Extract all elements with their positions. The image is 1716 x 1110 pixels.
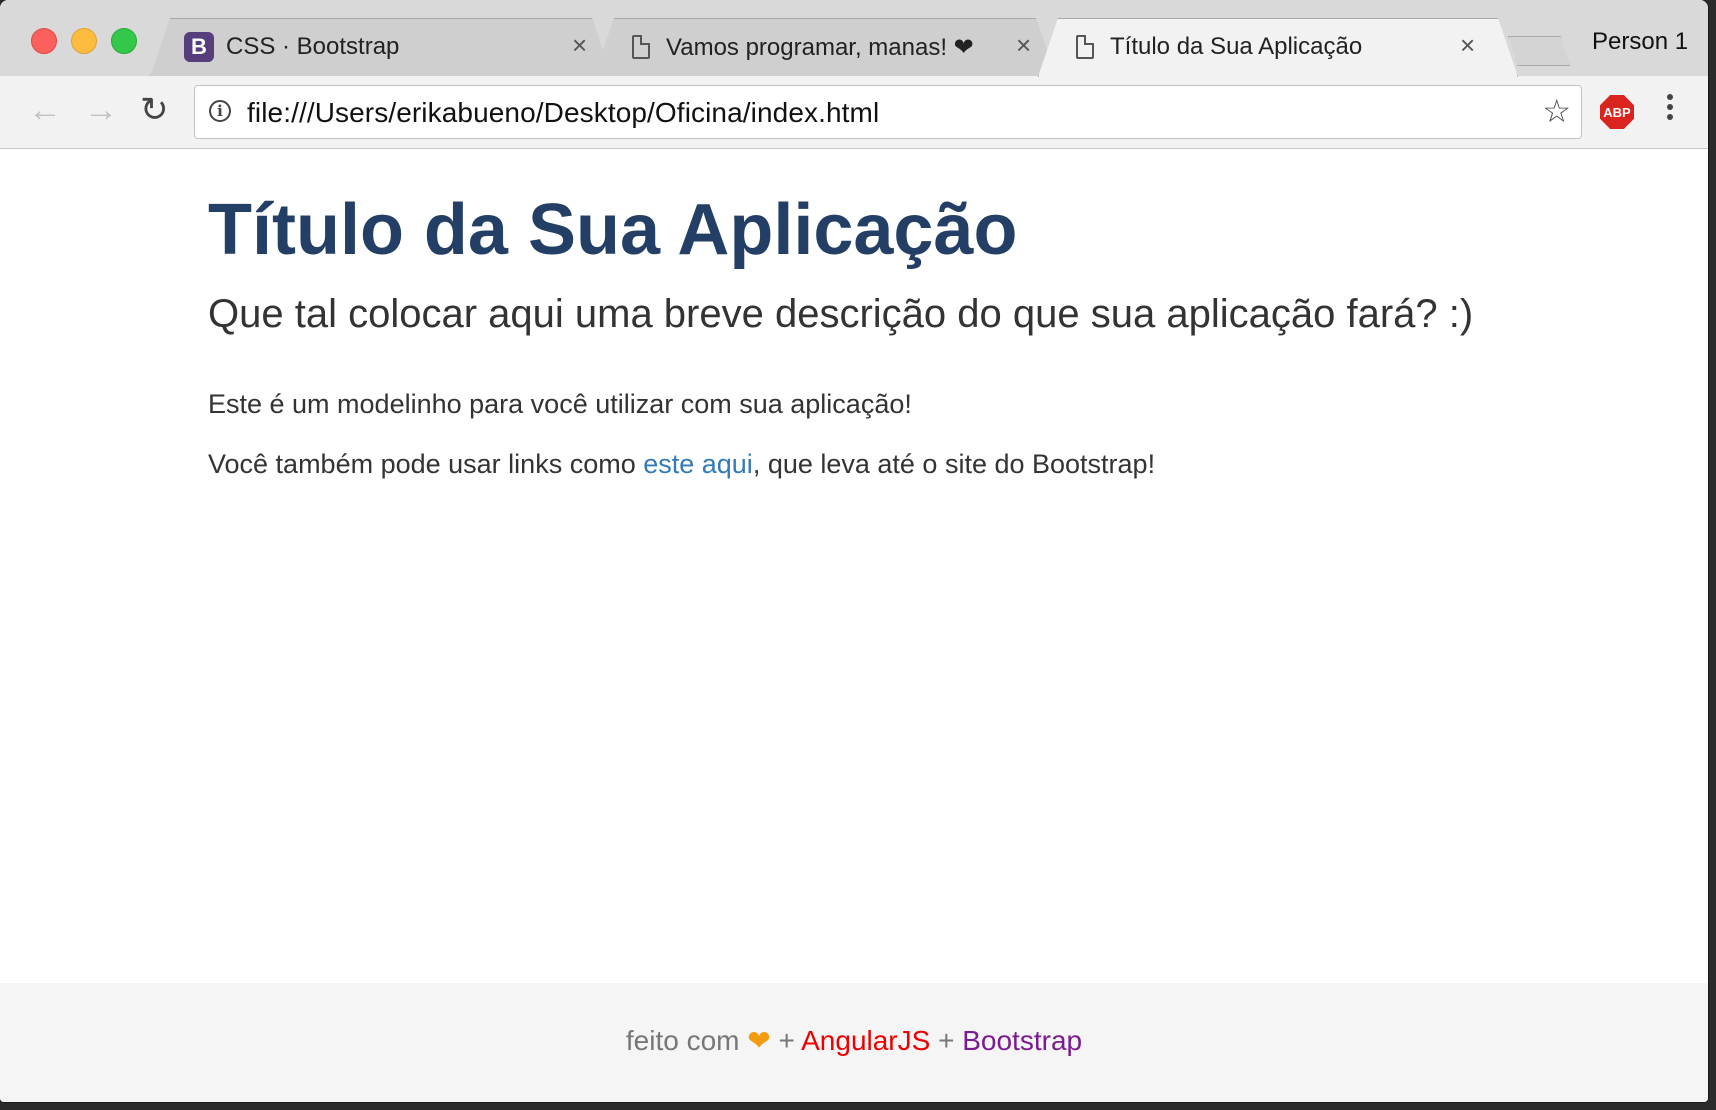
heart-icon: ❤ (747, 1025, 771, 1056)
footer-made-with: feito com (625, 1025, 740, 1056)
footer-plus: + (938, 1025, 955, 1056)
minimize-window-button[interactable] (71, 28, 97, 54)
tab-css-bootstrap-content: B CSS · Bootstrap (184, 18, 399, 76)
paragraph-links: Você também pode usar links como este aq… (208, 449, 1155, 480)
paragraph-text-before: Você também pode usar links como (208, 449, 644, 479)
page-content: Título da Sua Aplicação Que tal colocar … (0, 149, 1708, 1102)
page-icon (632, 35, 650, 59)
browser-window: B CSS · Bootstrap × Vamos programar, man… (0, 0, 1708, 1102)
tab-label: Título da Sua Aplicação (1110, 33, 1363, 60)
url-text[interactable]: file:///Users/erikabueno/Desktop/Oficina… (247, 97, 879, 129)
adblock-plus-icon[interactable]: ABP (1600, 95, 1634, 129)
footer-plus: + (778, 1025, 795, 1056)
bootstrap-footer-link[interactable]: Bootstrap (962, 1025, 1082, 1056)
bootstrap-link[interactable]: este aqui (643, 449, 753, 479)
tab-strip: B CSS · Bootstrap × Vamos programar, man… (0, 0, 1708, 77)
footer-text: feito com ❤ + AngularJS + Bootstrap (0, 1024, 1708, 1057)
address-bar[interactable]: i file:///Users/erikabueno/Desktop/Ofici… (194, 85, 1582, 139)
bootstrap-favicon-icon: B (184, 32, 214, 62)
zoom-window-button[interactable] (111, 28, 137, 54)
tab-vamos-programar-content: Vamos programar, manas! ❤ (632, 18, 974, 76)
menu-icon[interactable] (1664, 92, 1676, 122)
forward-arrow-icon[interactable]: → (84, 90, 118, 130)
tab-label: Vamos programar, manas! ❤ (666, 33, 974, 61)
new-tab-button[interactable] (1508, 36, 1570, 66)
paragraph-intro: Este é um modelinho para você utilizar c… (208, 389, 912, 419)
toolbar: ← → ↻ i file:///Users/erikabueno/Desktop… (0, 76, 1708, 149)
page-lead: Que tal colocar aqui uma breve descrição… (208, 292, 1474, 336)
close-window-button[interactable] (31, 28, 57, 54)
bookmark-star-icon[interactable]: ☆ (1542, 92, 1571, 130)
info-icon[interactable]: i (209, 100, 231, 122)
page-icon (1076, 35, 1094, 59)
back-arrow-icon[interactable]: ← (28, 90, 62, 130)
footer: feito com ❤ + AngularJS + Bootstrap (0, 983, 1708, 1102)
paragraph-text-after: , que leva até o site do Bootstrap! (752, 449, 1156, 479)
tab-close-icon[interactable]: × (1460, 30, 1475, 61)
tab-close-icon[interactable]: × (572, 30, 587, 61)
page-title: Título da Sua Aplicação (208, 190, 1018, 270)
tab-close-icon[interactable]: × (1016, 30, 1031, 61)
angularjs-link[interactable]: AngularJS (801, 1025, 930, 1056)
tab-label: CSS · Bootstrap (226, 33, 400, 60)
reload-icon[interactable]: ↻ (140, 90, 169, 130)
tab-titulo-aplicacao-content: Título da Sua Aplicação (1076, 18, 1362, 76)
profile-button[interactable]: Person 1 (1592, 28, 1688, 56)
